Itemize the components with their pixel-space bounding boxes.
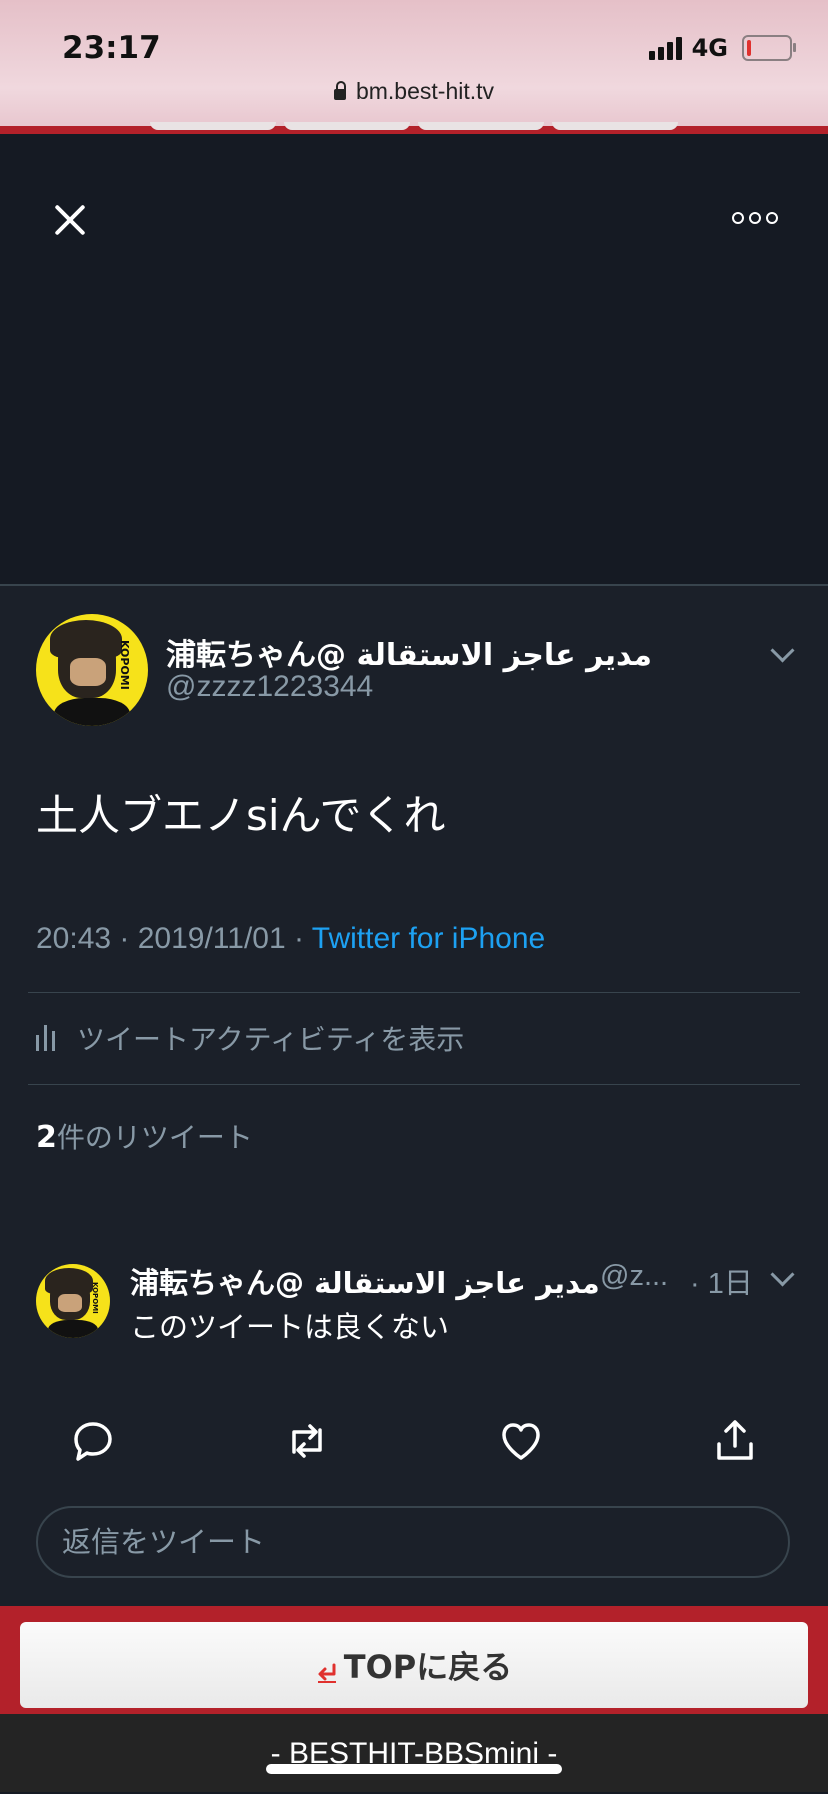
tweet-text: 土人ブエノsiんでくれ (36, 791, 446, 840)
reply-input[interactable]: 返信をツイート (36, 1506, 790, 1578)
lock-icon (333, 81, 346, 100)
return-icon (316, 1654, 338, 1683)
retweet-count: 2 (36, 1120, 57, 1155)
address-bar[interactable]: bm.best-hit.tv (0, 78, 828, 105)
back-to-top-button[interactable]: TOPに戻る (20, 1622, 808, 1708)
divider (28, 992, 800, 993)
network-type: 4G (691, 34, 728, 62)
activity-label: ツイートアクティビティを表示 (77, 1023, 465, 1056)
battery-icon (742, 35, 796, 61)
reply-author-handle[interactable]: @z... (600, 1260, 668, 1293)
author-handle[interactable]: @zzzz1223344 (166, 670, 373, 704)
chevron-down-icon[interactable] (770, 638, 795, 663)
tweet-activity-link[interactable]: ツイートアクティビティを表示 (36, 1018, 464, 1058)
retweet-label: 件のリツイート (56, 1121, 253, 1154)
back-to-top-label: TOPに戻る (343, 1648, 513, 1686)
divider (28, 1084, 800, 1085)
reply-text: このツイートは良くない (130, 1310, 450, 1344)
more-icon[interactable] (732, 212, 778, 224)
retweet-count-link[interactable]: 2件のリツイート (36, 1116, 253, 1156)
author-name[interactable]: 浦転ちゃん@ مدير عاجز الاستقالة (166, 630, 652, 674)
reply-avatar[interactable]: KOPOMI (36, 1264, 110, 1338)
site-footer: - BESTHIT-BBSmini - (0, 1714, 828, 1792)
tweet-source-link[interactable]: Twitter for iPhone (312, 922, 545, 955)
status-indicators: 4G (648, 34, 796, 62)
tweet-card: KOPOMI 浦転ちゃん@ مدير عاجز الاستقالة @zzzz1… (0, 586, 828, 1606)
reply-time: · 1日 (690, 1268, 753, 1300)
retweet-icon[interactable] (282, 1416, 332, 1466)
url-text: bm.best-hit.tv (355, 78, 495, 104)
tweet-timestamp: 20:43 · 2019/11/01 · (36, 922, 312, 955)
reply-author-name[interactable]: 浦転ちゃん@ مدير عاجز الاستقالة (130, 1260, 600, 1302)
close-icon[interactable] (50, 200, 90, 240)
status-time: 23:17 (62, 30, 161, 66)
home-indicator[interactable] (266, 1764, 562, 1774)
author-avatar[interactable]: KOPOMI (36, 614, 148, 726)
chevron-down-icon[interactable] (770, 1262, 795, 1287)
tweet-actions (0, 1416, 828, 1476)
heart-icon[interactable] (496, 1416, 546, 1466)
tweet-meta: 20:43 · 2019/11/01 · Twitter for iPhone (36, 922, 545, 956)
share-icon[interactable] (710, 1416, 760, 1466)
bar-chart-icon (36, 1025, 55, 1051)
page-tabs-peek (150, 122, 678, 130)
signal-icon (648, 36, 682, 60)
tweet-overlay (0, 134, 828, 584)
status-bar: 23:17 4G bm.best-hit.tv (0, 0, 828, 126)
reply-icon[interactable] (68, 1416, 118, 1466)
